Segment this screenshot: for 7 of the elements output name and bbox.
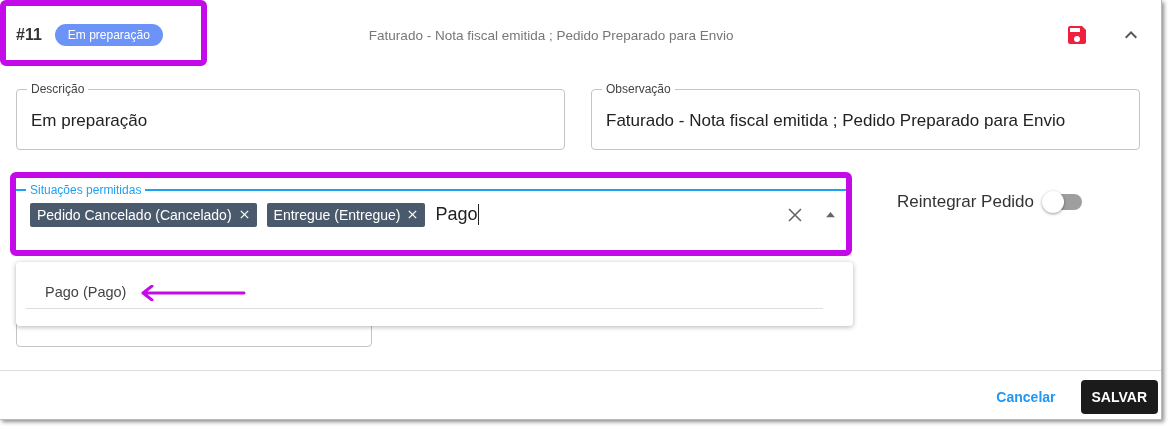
order-number: #11 xyxy=(16,26,42,44)
order-summary: Faturado - Nota fiscal emitida ; Pedido Preparado para Envio xyxy=(368,27,734,43)
field-label: Situações permitidas xyxy=(29,183,143,197)
status-badge: Em preparação xyxy=(54,24,163,46)
field-label: Observação xyxy=(605,82,672,96)
toggle-label: Reintegrar Pedido xyxy=(897,192,1035,212)
field-label: Descrição xyxy=(30,82,86,96)
